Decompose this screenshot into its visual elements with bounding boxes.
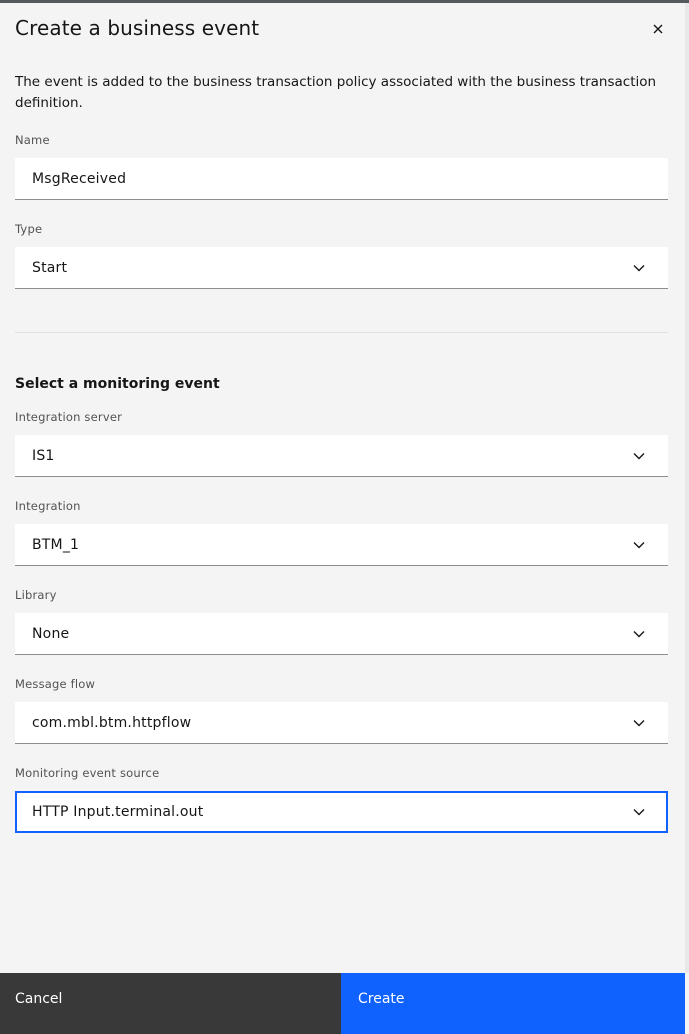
library-label: Library [15,588,57,602]
integration-select[interactable]: BTM_1 [15,524,668,566]
chevron-down-icon [632,261,646,275]
cancel-button[interactable]: Cancel [0,973,341,1034]
event-source-select[interactable]: HTTP Input.terminal.out [15,791,668,833]
event-source-label: Monitoring event source [15,766,160,780]
modal-title: Create a business event [15,16,260,40]
chevron-down-icon [632,538,646,552]
monitoring-section-heading: Select a monitoring event [15,376,220,392]
chevron-down-icon [632,805,646,819]
integration-server-label: Integration server [15,410,123,424]
name-label: Name [15,133,50,147]
integration-label: Integration [15,499,81,513]
integration-server-select[interactable]: IS1 [15,435,668,477]
name-input[interactable]: MsgReceived [15,158,668,200]
library-value: None [32,625,70,642]
create-button[interactable]: Create [341,973,685,1034]
close-button[interactable] [643,14,673,44]
type-label: Type [15,222,43,236]
footer-edge [685,973,689,1034]
window-top-border [0,0,689,3]
modal-footer: Cancel Create [0,973,685,1034]
library-select[interactable]: None [15,613,668,655]
type-select-value: Start [32,259,68,276]
chevron-down-icon [632,449,646,463]
message-flow-select[interactable]: com.mbl.btm.httpflow [15,702,668,744]
chevron-down-icon [632,716,646,730]
integration-value: BTM_1 [32,536,80,553]
scrollbar-track[interactable] [685,3,689,973]
chevron-down-icon [632,627,646,641]
event-source-value: HTTP Input.terminal.out [32,804,204,820]
modal-description: The event is added to the business trans… [15,74,657,111]
message-flow-value: com.mbl.btm.httpflow [32,714,192,731]
type-select[interactable]: Start [15,247,668,289]
name-input-value: MsgReceived [32,170,127,187]
integration-server-value: IS1 [32,447,55,464]
message-flow-label: Message flow [15,677,96,691]
section-divider [15,332,668,333]
close-icon [653,24,663,34]
